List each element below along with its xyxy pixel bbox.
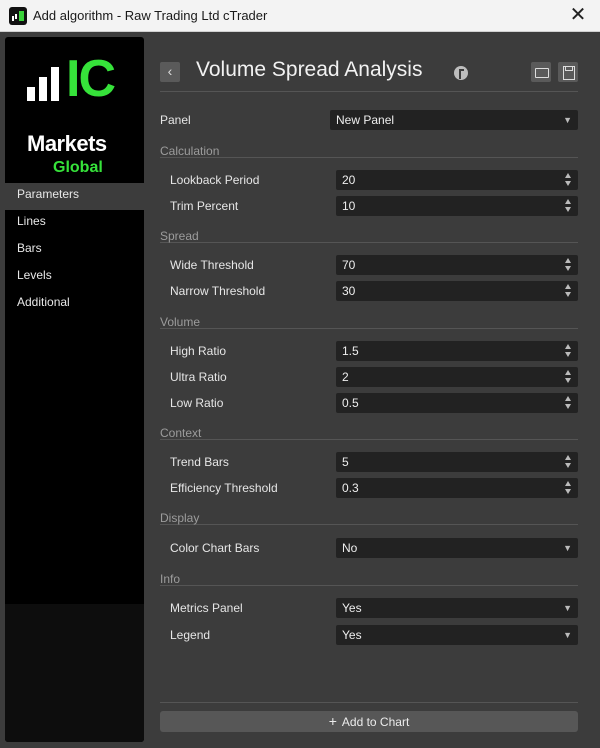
metrics-panel-select[interactable]: Yes ▼ [336,598,578,618]
high-ratio-label: High Ratio [170,344,227,358]
logo-ic-text: IC [66,50,116,108]
sidebar-item-parameters[interactable]: Parameters [5,183,144,210]
section-calculation: Calculation [160,142,578,158]
sidebar-item-levels[interactable]: Levels [5,264,144,291]
facebook-icon[interactable] [454,66,468,80]
ic-markets-logo: IC Markets Global [27,53,127,179]
lookback-period-label: Lookback Period [170,173,260,187]
stepper-arrows-icon[interactable] [565,343,573,359]
section-context: Context [160,424,578,440]
sidebar-item-additional[interactable]: Additional [5,291,144,318]
wide-threshold-stepper[interactable]: 70 [336,255,578,275]
wide-threshold-label: Wide Threshold [170,258,254,272]
narrow-threshold-stepper[interactable]: 30 [336,281,578,301]
sidebar: IC Markets Global Parameters Lines Bars … [5,37,144,742]
chevron-down-icon: ▼ [563,543,572,553]
stepper-arrows-icon[interactable] [565,198,573,214]
section-volume: Volume [160,313,578,329]
sidebar-item-lines[interactable]: Lines [5,210,144,237]
lookback-period-stepper[interactable]: 20 [336,170,578,190]
sidebar-item-bars[interactable]: Bars [5,237,144,264]
color-chart-bars-select[interactable]: No ▼ [336,538,578,558]
sidebar-footer [5,604,144,742]
add-to-chart-button[interactable]: + Add to Chart [160,711,578,732]
chevron-down-icon: ▼ [563,630,572,640]
page-title: Volume Spread Analysis [196,58,423,81]
section-display: Display [160,509,578,525]
logo-markets-text: Markets [27,131,107,156]
load-preset-button[interactable] [531,62,551,82]
trend-bars-stepper[interactable]: 5 [336,452,578,472]
plus-icon: + [328,713,337,729]
narrow-threshold-label: Narrow Threshold [170,284,266,298]
logo-global-text: Global [53,159,103,176]
stepper-arrows-icon[interactable] [565,395,573,411]
metrics-panel-label: Metrics Panel [170,601,243,615]
trim-percent-stepper[interactable]: 10 [336,196,578,216]
window-titlebar: Add algorithm - Raw Trading Ltd cTrader … [0,0,600,32]
page-header: ‹ Volume Spread Analysis [160,58,578,92]
section-spread: Spread [160,227,578,243]
ultra-ratio-label: Ultra Ratio [170,370,227,384]
legend-label: Legend [170,628,211,642]
stepper-arrows-icon[interactable] [565,480,573,496]
add-to-chart-label: Add to Chart [341,715,410,729]
stepper-arrows-icon[interactable] [565,369,573,385]
save-preset-button[interactable] [558,62,578,82]
close-button[interactable]: ✕ [564,4,592,28]
low-ratio-stepper[interactable]: 0.5 [336,393,578,413]
window-title: Add algorithm - Raw Trading Ltd cTrader [33,8,268,23]
stepper-arrows-icon[interactable] [565,283,573,299]
high-ratio-stepper[interactable]: 1.5 [336,341,578,361]
efficiency-threshold-label: Efficiency Threshold [170,481,278,495]
app-icon [9,7,27,25]
low-ratio-label: Low Ratio [170,396,224,410]
legend-select[interactable]: Yes ▼ [336,625,578,645]
sidebar-nav: Parameters Lines Bars Levels Additional [5,183,144,318]
footer-divider [160,702,578,703]
back-button[interactable]: ‹ [160,62,180,82]
efficiency-threshold-stepper[interactable]: 0.3 [336,478,578,498]
trend-bars-label: Trend Bars [170,455,229,469]
color-chart-bars-label: Color Chart Bars [170,541,260,555]
trim-percent-label: Trim Percent [170,199,239,213]
stepper-arrows-icon[interactable] [565,454,573,470]
ultra-ratio-stepper[interactable]: 2 [336,367,578,387]
stepper-arrows-icon[interactable] [565,257,573,273]
panel-select-value: New Panel [336,113,395,127]
section-info: Info [160,570,578,586]
panel-label: Panel [160,113,191,127]
chevron-down-icon: ▼ [563,603,572,613]
stepper-arrows-icon[interactable] [565,172,573,188]
chevron-down-icon: ▼ [563,115,572,125]
panel-select[interactable]: New Panel ▼ [330,110,578,130]
